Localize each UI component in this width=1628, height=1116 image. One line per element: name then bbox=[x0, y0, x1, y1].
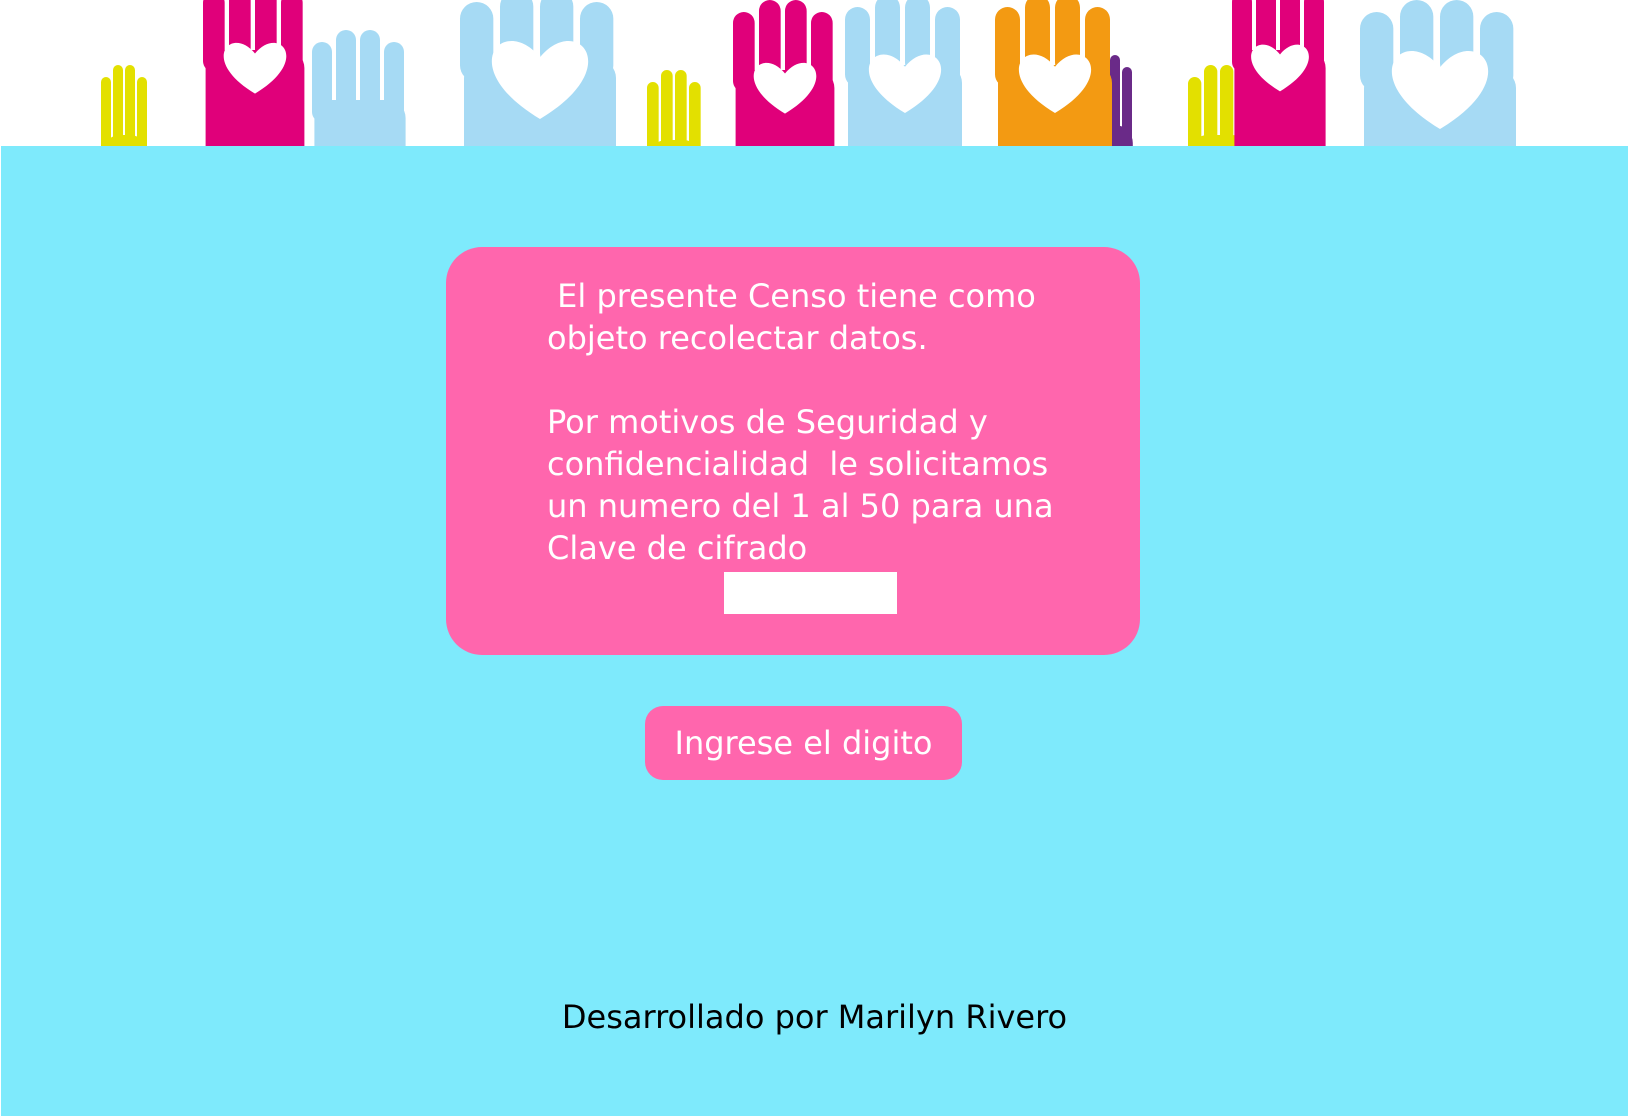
hand-lightblue-icon bbox=[312, 30, 406, 146]
hand-lightblue-icon bbox=[460, 0, 616, 146]
footer-credit: Desarrollado por Marilyn Rivero bbox=[561, 998, 1068, 1036]
hand-magenta-icon bbox=[203, 0, 305, 146]
raised-hands-icon bbox=[101, 0, 1516, 146]
hand-orange-icon bbox=[995, 0, 1112, 146]
hand-yellow-icon bbox=[647, 70, 701, 146]
info-text: El presente Censo tiene como objeto reco… bbox=[547, 277, 1054, 567]
hand-magenta-icon bbox=[1232, 0, 1326, 146]
hand-yellow-icon bbox=[101, 65, 147, 146]
hand-magenta-icon bbox=[733, 0, 835, 146]
main-area: El presente Censo tiene como objeto reco… bbox=[1, 146, 1628, 1116]
header-banner bbox=[0, 0, 1628, 146]
info-card: El presente Censo tiene como objeto reco… bbox=[446, 247, 1140, 655]
key-input[interactable] bbox=[724, 572, 897, 614]
hand-lightblue-icon bbox=[1360, 0, 1516, 146]
submit-digit-button[interactable]: Ingrese el digito bbox=[645, 706, 962, 780]
hand-lightblue-icon bbox=[845, 0, 962, 146]
